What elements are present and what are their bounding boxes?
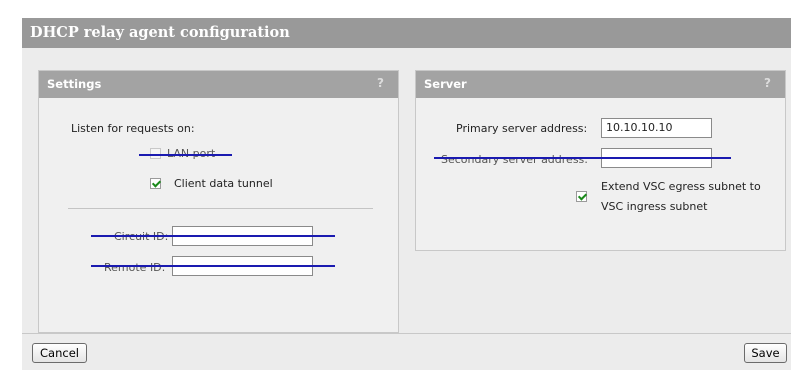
secondary-server-label: Secondary server address: xyxy=(441,153,588,166)
circuit-id-strike xyxy=(91,235,335,237)
help-icon[interactable]: ? xyxy=(764,76,771,90)
settings-panel-title: Settings xyxy=(47,77,102,91)
client-data-tunnel-checkbox[interactable] xyxy=(150,178,161,189)
remote-id-label: Remote ID: xyxy=(104,261,166,274)
server-panel-header: Server ? xyxy=(416,71,785,98)
extend-vsc-subnet-checkbox[interactable] xyxy=(576,191,587,202)
server-panel-title: Server xyxy=(424,77,467,91)
extend-vsc-label-line1: Extend VSC egress subnet to xyxy=(601,180,761,193)
cancel-button[interactable]: Cancel xyxy=(32,343,87,363)
remote-id-strike xyxy=(91,265,335,267)
lan-port-strike xyxy=(139,154,232,156)
primary-server-input[interactable]: 10.10.10.10 xyxy=(601,118,712,138)
page-title: DHCP relay agent configuration xyxy=(22,18,791,48)
help-icon[interactable]: ? xyxy=(377,76,384,90)
listen-label: Listen for requests on: xyxy=(71,122,195,135)
client-data-tunnel-label: Client data tunnel xyxy=(174,177,273,190)
extend-vsc-label-line2: VSC ingress subnet xyxy=(601,200,708,213)
settings-panel: Settings ? Listen for requests on: LAN p… xyxy=(38,70,399,333)
primary-server-label: Primary server address: xyxy=(456,122,588,135)
save-button[interactable]: Save xyxy=(744,343,787,363)
secondary-server-strike xyxy=(434,157,731,159)
settings-divider xyxy=(68,208,373,209)
footer-divider xyxy=(22,333,791,334)
config-window: DHCP relay agent configuration Settings … xyxy=(22,18,791,370)
server-panel: Server ? Primary server address: 10.10.1… xyxy=(415,70,786,251)
settings-panel-header: Settings ? xyxy=(39,71,398,98)
